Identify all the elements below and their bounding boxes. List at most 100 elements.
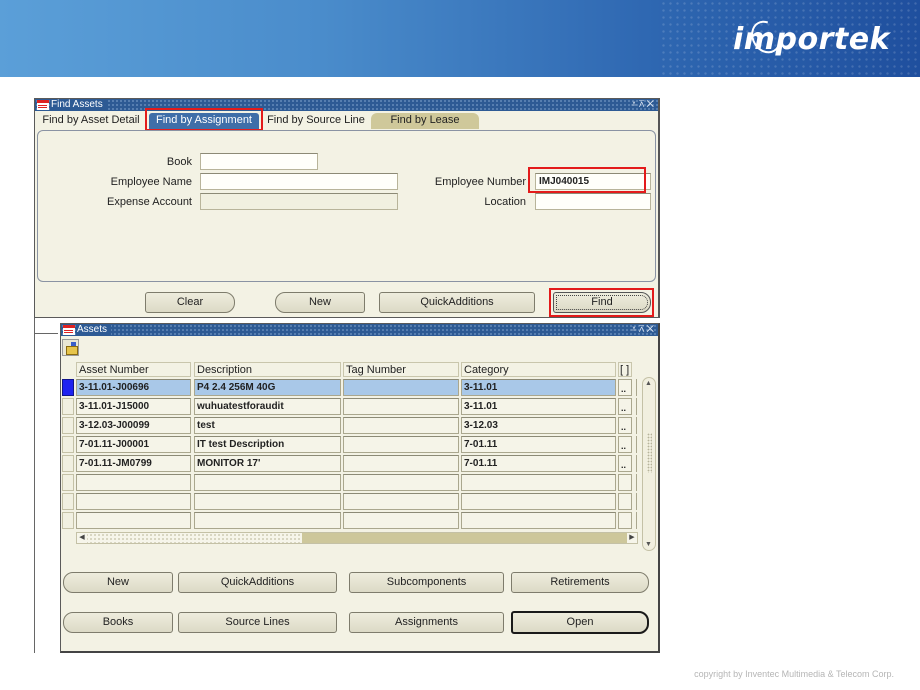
folder-lov-button[interactable]: .. [618, 455, 632, 472]
tag-number-cell[interactable] [343, 493, 459, 510]
tab-find-by-lease[interactable]: Find by Lease [371, 113, 479, 129]
asset-number-cell[interactable]: 7-01.11-J00001 [76, 436, 191, 453]
description-cell[interactable]: P4 2.4 256M 40G [194, 379, 341, 396]
window-connector-line [34, 333, 58, 334]
asset-number-cell[interactable] [76, 474, 191, 491]
vertical-scrollbar[interactable]: ▲ ▼ [642, 377, 656, 551]
folder-icon[interactable] [62, 339, 79, 356]
folder-lov-button[interactable] [618, 474, 632, 491]
row-selector[interactable] [62, 436, 74, 453]
window-controls[interactable]: ⩡⊼✕ [631, 99, 656, 111]
description-cell[interactable]: test [194, 417, 341, 434]
find-button[interactable]: Find [553, 292, 651, 313]
row-selector[interactable] [62, 379, 74, 396]
clear-button[interactable]: Clear [145, 292, 235, 313]
category-cell[interactable]: 3-12.03 [461, 417, 616, 434]
column-header-category: Category [461, 362, 616, 377]
quick-additions-button[interactable]: QuickAdditions [178, 572, 337, 593]
folder-lov-button[interactable] [618, 512, 632, 529]
location-field[interactable] [535, 193, 651, 210]
row-selector[interactable] [62, 398, 74, 415]
book-field[interactable] [200, 153, 318, 170]
assignments-button[interactable]: Assignments [349, 612, 504, 633]
category-cell[interactable]: 3-11.01 [461, 398, 616, 415]
tag-number-cell[interactable] [343, 379, 459, 396]
category-cell[interactable] [461, 474, 616, 491]
row-selector[interactable] [62, 417, 74, 434]
description-cell[interactable] [194, 512, 341, 529]
window-controls[interactable]: ⩡⊼✕ [631, 324, 656, 336]
cell-edge [636, 474, 640, 491]
tab-find-by-assignment[interactable]: Find by Assignment [149, 113, 259, 129]
description-cell[interactable]: IT test Description [194, 436, 341, 453]
new-button[interactable]: New [275, 292, 365, 313]
folder-lov-button[interactable]: .. [618, 436, 632, 453]
asset-number-cell[interactable]: 3-11.01-J00696 [76, 379, 191, 396]
tab-find-by-source-line[interactable]: Find by Source Line [263, 113, 369, 129]
books-button[interactable]: Books [63, 612, 173, 633]
folder-lov-button[interactable]: .. [618, 417, 632, 434]
asset-number-cell[interactable] [76, 512, 191, 529]
assets-window: Assets ⩡⊼✕ Asset Number Description Tag … [60, 323, 660, 653]
minimize-icon[interactable]: ⩡ [631, 99, 639, 110]
category-cell[interactable]: 7-01.11 [461, 455, 616, 472]
tab-find-by-asset-detail[interactable]: Find by Asset Detail [37, 113, 145, 129]
subcomponents-button[interactable]: Subcomponents [349, 572, 504, 593]
open-button[interactable]: Open [511, 611, 649, 634]
tag-number-cell[interactable] [343, 474, 459, 491]
scroll-down-icon[interactable]: ▼ [645, 541, 652, 548]
row-selector[interactable] [62, 455, 74, 472]
window-title: Find Assets [51, 99, 107, 110]
cell-edge [636, 398, 640, 415]
description-cell[interactable] [194, 493, 341, 510]
expense-account-field[interactable] [200, 193, 398, 210]
tag-number-cell[interactable] [343, 417, 459, 434]
employee-name-field[interactable] [200, 173, 398, 190]
horizontal-scrollbar[interactable]: ◀ ▶ [76, 532, 638, 544]
employee-number-field[interactable]: IMJ040015 [535, 173, 651, 190]
row-selector[interactable] [62, 474, 74, 491]
row-selector[interactable] [62, 493, 74, 510]
assets-titlebar[interactable]: Assets ⩡⊼✕ [61, 324, 658, 336]
cell-edge [636, 417, 640, 434]
category-cell[interactable] [461, 512, 616, 529]
tag-number-cell[interactable] [343, 512, 459, 529]
minimize-icon[interactable]: ⩡ [631, 324, 639, 335]
column-header-folder-toggle[interactable]: [ ] [618, 362, 632, 377]
employee-name-label: Employee Name [110, 176, 192, 188]
window-connector-line [34, 318, 35, 653]
folder-lov-button[interactable]: .. [618, 379, 632, 396]
scroll-thumb[interactable] [77, 533, 302, 543]
description-cell[interactable] [194, 474, 341, 491]
asset-number-cell[interactable]: 7-01.11-JM0799 [76, 455, 191, 472]
tag-number-cell[interactable] [343, 436, 459, 453]
folder-lov-button[interactable]: .. [618, 398, 632, 415]
scroll-right-icon[interactable]: ▶ [627, 533, 637, 543]
quick-additions-button[interactable]: QuickAdditions [379, 292, 535, 313]
category-cell[interactable] [461, 493, 616, 510]
folder-lov-button[interactable] [618, 493, 632, 510]
company-logo: importek [732, 22, 890, 57]
close-icon[interactable]: ✕ [646, 324, 656, 335]
scroll-left-icon[interactable]: ◀ [77, 533, 87, 543]
retirements-button[interactable]: Retirements [511, 572, 649, 593]
asset-number-cell[interactable] [76, 493, 191, 510]
cell-edge [636, 455, 640, 472]
new-asset-button[interactable]: New [63, 572, 173, 593]
tag-number-cell[interactable] [343, 398, 459, 415]
description-cell[interactable]: MONITOR 17' [194, 455, 341, 472]
source-lines-button[interactable]: Source Lines [178, 612, 337, 633]
asset-number-cell[interactable]: 3-11.01-J15000 [76, 398, 191, 415]
scroll-up-icon[interactable]: ▲ [645, 380, 652, 387]
close-icon[interactable]: ✕ [646, 99, 656, 110]
description-cell[interactable]: wuhuatestforaudit [194, 398, 341, 415]
find-assets-titlebar[interactable]: Find Assets ⩡⊼✕ [35, 99, 658, 111]
category-cell[interactable]: 3-11.01 [461, 379, 616, 396]
window-title: Assets [77, 324, 112, 335]
scroll-thumb[interactable] [647, 433, 652, 473]
category-cell[interactable]: 7-01.11 [461, 436, 616, 453]
column-header-tag-number: Tag Number [343, 362, 459, 377]
row-selector[interactable] [62, 512, 74, 529]
tag-number-cell[interactable] [343, 455, 459, 472]
asset-number-cell[interactable]: 3-12.03-J00099 [76, 417, 191, 434]
